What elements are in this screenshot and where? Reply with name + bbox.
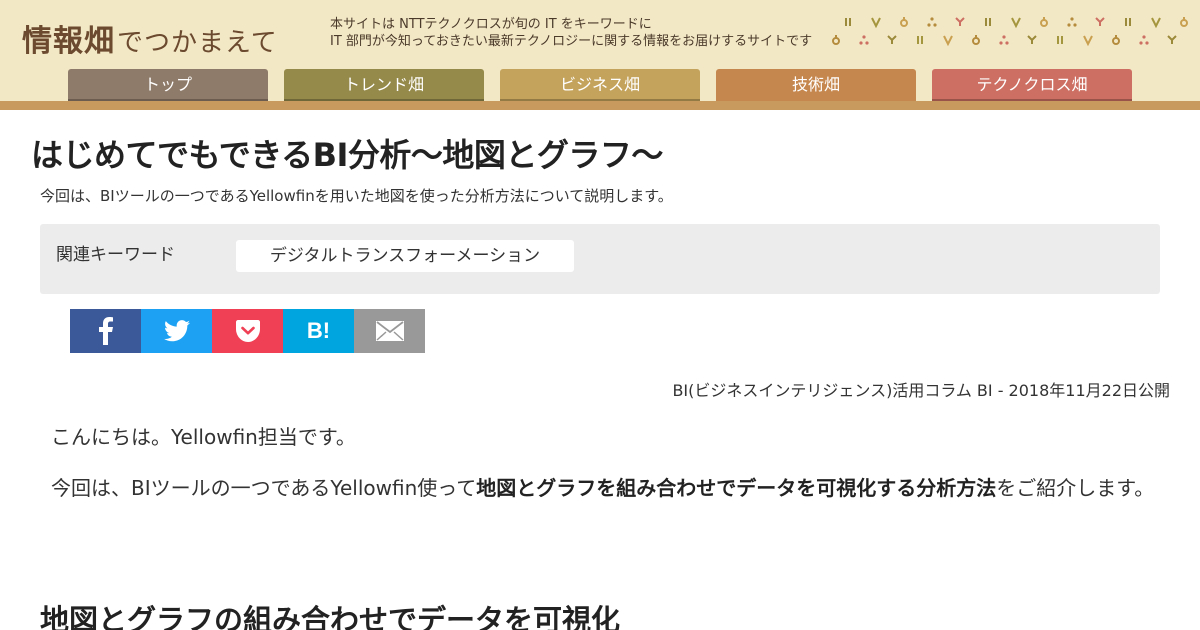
summary-text-before: 今回は、BIツールの一つであるYellowfin使って (51, 476, 477, 500)
facebook-icon (98, 317, 113, 345)
site-logo[interactable]: 情報畑 でつかまえて (22, 16, 278, 59)
share-buttons: B! (70, 309, 425, 353)
pocket-icon (235, 320, 260, 342)
article-title: はじめてでもできるBI分析～地図とグラフ～ (31, 136, 663, 174)
share-mail-button[interactable] (354, 309, 425, 353)
related-keywords-label: 関連キーワード (56, 245, 175, 265)
share-hatena-button[interactable]: B! (283, 309, 354, 353)
share-facebook-button[interactable] (70, 309, 141, 353)
keyword-tag-dx[interactable]: デジタルトランスフォーメーション (236, 240, 574, 272)
summary-text-after: をご紹介します。 (996, 476, 1155, 500)
nav-tab-technocross[interactable]: テクノクロス畑 (932, 69, 1132, 101)
nav-tab-trend[interactable]: トレンド畑 (284, 69, 484, 101)
section-heading: 地図とグラフの組み合わせでデータを可視化 (40, 603, 621, 630)
tagline-line-2: IT 部門が今知っておきたい最新テクノロジーに関する情報をお届けするサイトです (330, 34, 813, 49)
site-header: 情報畑 でつかまえて 本サイトは NTTテクノクロスが旬の IT をキーワードに… (0, 0, 1200, 110)
article-lead: 今回は、BIツールの一つであるYellowfinを用いた地図を使った分析方法につ… (40, 187, 673, 205)
summary-text-bold: 地図とグラフを組み合わせでデータを可視化する分析方法 (476, 476, 997, 500)
article-meta: BI(ビジネスインテリジェンス)活用コラム BI - 2018年11月22日公開 (672, 381, 1170, 400)
nav-tab-top[interactable]: トップ (68, 69, 268, 101)
nav-tab-tech[interactable]: 技術畑 (716, 69, 916, 102)
tagline-line-1: 本サイトは NTTテクノクロスが旬の IT をキーワードに (330, 17, 652, 32)
nav-tab-business[interactable]: ビジネス畑 (500, 69, 700, 101)
mail-icon (375, 321, 404, 341)
share-twitter-button[interactable] (141, 309, 212, 353)
decorative-sprout-pattern (832, 17, 1188, 47)
main-nav: トップ トレンド畑 ビジネス畑 技術畑 テクノクロス畑 (0, 69, 1200, 102)
logo-sub-text: でつかまえて (117, 28, 278, 58)
hatena-bookmark-icon: B! (306, 318, 331, 343)
summary-paragraph: 今回は、BIツールの一つであるYellowfin使って地図とグラフを組み合わせで… (31, 471, 1171, 506)
related-keywords-box: 関連キーワード デジタルトランスフォーメーション (40, 224, 1160, 294)
twitter-icon (163, 320, 190, 342)
site-tagline: 本サイトは NTTテクノクロスが旬の IT をキーワードに IT 部門が今知って… (330, 16, 812, 50)
header-divider-bar (0, 101, 1200, 110)
share-pocket-button[interactable] (212, 309, 283, 353)
intro-paragraph: こんにちは。Yellowfin担当です。 (31, 420, 356, 455)
logo-main-text: 情報畑 (22, 24, 115, 59)
intro-text: こんにちは。Yellowfin担当です。 (51, 425, 356, 449)
